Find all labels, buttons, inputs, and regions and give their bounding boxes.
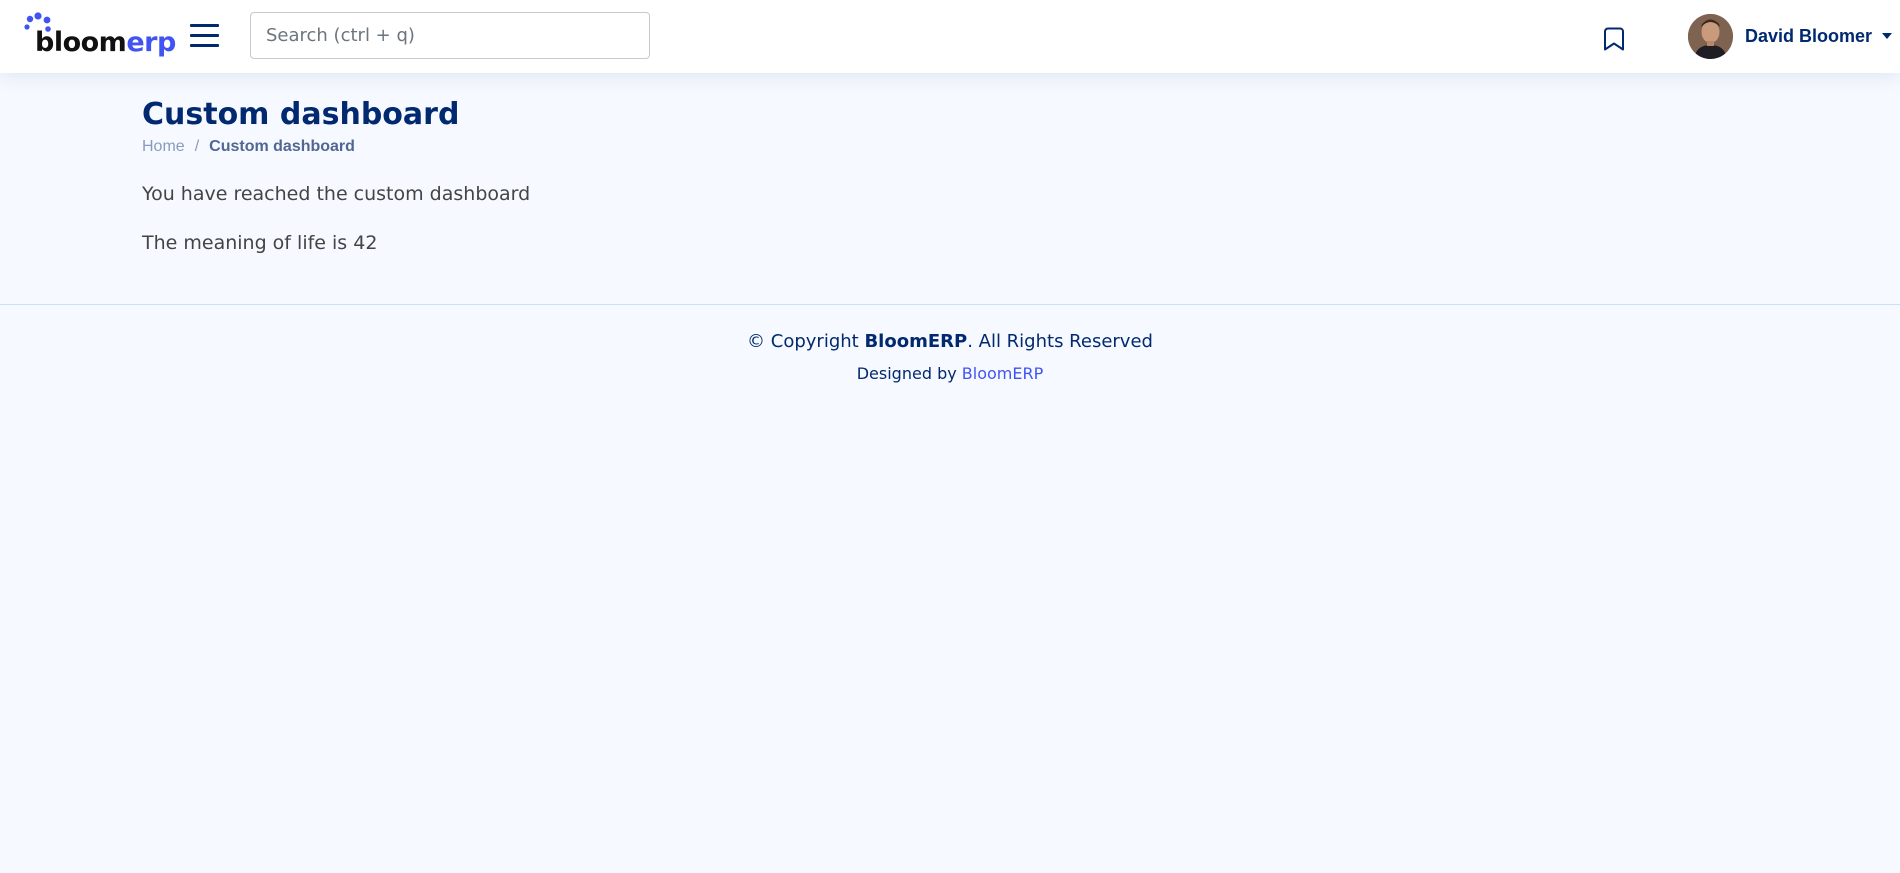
avatar: [1688, 13, 1733, 59]
user-profile-dropdown[interactable]: David Bloomer: [1688, 13, 1893, 59]
user-name: David Bloomer: [1745, 25, 1873, 46]
avatar-image: [1688, 13, 1733, 59]
breadcrumb: Home / Custom dashboard: [142, 138, 1762, 156]
search-input[interactable]: [250, 12, 650, 59]
logo-text: bloomerp: [35, 29, 176, 56]
copyright-brand: BloomERP: [864, 331, 968, 352]
dashboard-message: You have reached the custom dashboard: [142, 183, 531, 205]
page-title: Custom dashboard: [142, 97, 460, 132]
menu-icon[interactable]: [190, 22, 220, 48]
designed-by-label: Designed by: [856, 364, 962, 383]
main-content: Custom dashboard Home / Custom dashboard…: [142, 73, 1762, 255]
breadcrumb-home-link[interactable]: Home: [142, 138, 185, 156]
copyright-prefix: © Copyright: [747, 331, 865, 352]
designed-by-link[interactable]: BloomERP: [962, 364, 1043, 383]
meaning-of-life-text: The meaning of life is 42: [142, 231, 378, 254]
logo-dots-icon: [24, 12, 51, 32]
copyright-suffix: . All Rights Reserved: [967, 331, 1153, 352]
breadcrumb-separator: /: [194, 138, 200, 155]
credits-text: Designed by BloomERP: [0, 364, 1900, 383]
top-header: bloomerp David Bloomer: [0, 0, 1900, 73]
footer: © Copyright BloomERP. All Rights Reserve…: [0, 304, 1900, 383]
breadcrumb-current: Custom dashboard: [209, 138, 355, 155]
bookmark-icon[interactable]: [1602, 26, 1626, 52]
logo-text-erp: erp: [126, 27, 176, 58]
copyright-text: © Copyright BloomERP. All Rights Reserve…: [0, 331, 1900, 352]
bloomerp-logo[interactable]: bloomerp: [24, 12, 176, 56]
caret-down-icon: [1882, 33, 1893, 39]
